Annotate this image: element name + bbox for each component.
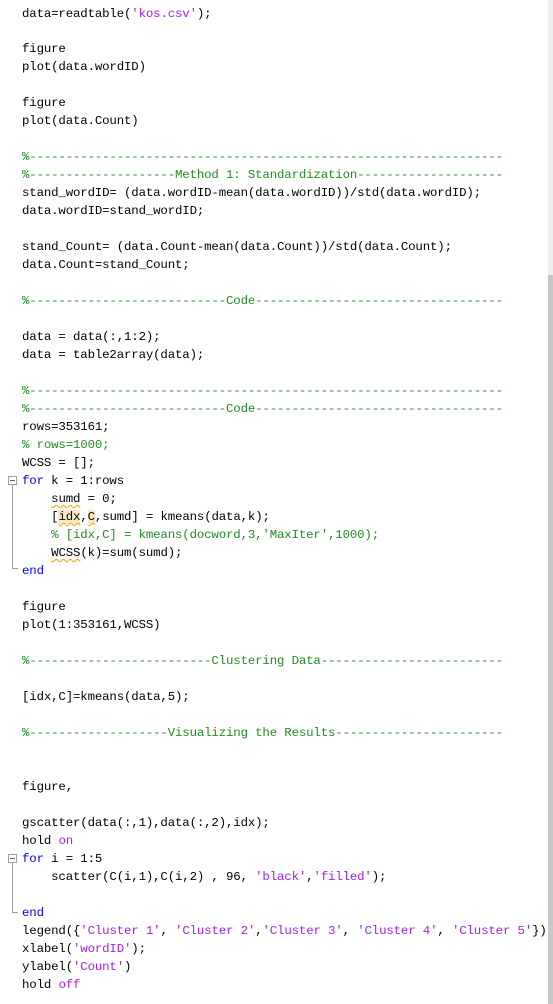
comment-line[interactable]: %---------------------------------------… [22, 382, 503, 400]
keyword: for [22, 852, 44, 866]
code-line[interactable]: WCSS = []; [22, 454, 95, 472]
string-literal: 'Cluster 2' [175, 924, 256, 938]
fold-guide-line [12, 863, 13, 912]
code-text: xlabel( [22, 942, 73, 956]
code-line[interactable]: scatter(C(i,1),C(i,2) , 96, 'black','fil… [22, 868, 386, 886]
code-line[interactable]: figure, [22, 778, 73, 796]
vertical-scrollbar[interactable] [548, 0, 553, 1004]
warning-underlined-text: WCSS [51, 546, 81, 560]
code-text: scatter(C(i,1),C(i,2) , 96, [22, 870, 256, 884]
code-text: ylabel( [22, 960, 73, 974]
comment-line[interactable]: %---------------------------Code--------… [22, 400, 503, 418]
fold-guide-line [12, 485, 13, 568]
string-literal: 'kos.csv' [131, 7, 197, 21]
string-literal: 'Count' [73, 960, 124, 974]
code-line[interactable]: hold on [22, 832, 73, 850]
fold-collapse-icon[interactable] [8, 854, 17, 863]
code-line[interactable]: stand_Count= (data.Count-mean(data.Count… [22, 238, 452, 256]
code-line[interactable]: hold off [22, 976, 80, 994]
code-text: = 0; [80, 492, 117, 506]
code-text: k = 1:rows [43, 474, 125, 488]
comment-line[interactable]: % [idx,C] = kmeans(docword,3,'MaxIter',1… [22, 526, 379, 544]
code-line[interactable]: gscatter(data(:,1),data(:,2),idx); [22, 814, 270, 832]
warning-underlined-text: sumd [51, 492, 81, 506]
code-text: i = 1:5 [43, 852, 103, 866]
string-literal: 'black' [255, 870, 307, 884]
code-line[interactable]: end [22, 904, 44, 922]
highlighted-variable: idx [58, 510, 81, 524]
highlighted-variable: C [87, 510, 95, 524]
string-literal: 'filled' [313, 870, 372, 884]
code-line[interactable]: figure [22, 40, 66, 58]
code-line[interactable]: xlabel('wordID'); [22, 940, 146, 958]
keyword: for [22, 474, 44, 488]
code-line[interactable]: [idx,C,sumd] = kmeans(data,k); [22, 508, 270, 526]
fold-end-marker [12, 912, 18, 913]
code-line[interactable]: data.Count=stand_Count; [22, 256, 190, 274]
comment-line[interactable]: % rows=1000; [22, 436, 110, 454]
code-text: , [437, 924, 452, 938]
code-line[interactable]: sumd = 0; [22, 490, 117, 508]
string-literal: 'Cluster 1' [80, 924, 161, 938]
code-line[interactable]: data = table2array(data); [22, 346, 204, 364]
code-line[interactable]: for i = 1:5 [22, 850, 102, 868]
code-line[interactable]: stand_wordID= (data.wordID-mean(data.wor… [22, 184, 481, 202]
code-text: hold [22, 978, 59, 992]
code-line[interactable]: [idx,C]=kmeans(data,5); [22, 688, 190, 706]
comment-line[interactable]: %-------------------------Clustering Dat… [22, 652, 503, 670]
code-line[interactable]: data=readtable('kos.csv'); [22, 5, 212, 23]
scrollbar-thumb[interactable] [548, 275, 553, 1004]
code-line[interactable]: rows=353161; [22, 418, 110, 436]
code-text: ,sumd] = kmeans(data,k); [94, 510, 270, 524]
code-text: hold [22, 834, 59, 848]
code-line[interactable]: plot(data.Count) [22, 112, 139, 130]
code-line[interactable]: ylabel('Count') [22, 958, 131, 976]
code-line[interactable]: for k = 1:rows [22, 472, 124, 490]
code-line[interactable]: legend({'Cluster 1', 'Cluster 2','Cluste… [22, 922, 547, 940]
code-text: (k)=sum(sumd); [80, 546, 183, 560]
string-literal: on [58, 834, 74, 848]
comment-line[interactable]: %--------------------Method 1: Standardi… [22, 166, 503, 184]
code-text: legend({ [22, 924, 81, 938]
code-line[interactable]: data = data(:,1:2); [22, 328, 161, 346]
fold-collapse-icon[interactable] [8, 476, 17, 485]
code-text: ); [196, 7, 212, 21]
code-line[interactable]: data.wordID=stand_wordID; [22, 202, 204, 220]
code-text: ); [131, 942, 146, 956]
code-line[interactable]: figure [22, 94, 66, 112]
string-literal: off [58, 978, 81, 992]
fold-end-marker [12, 568, 18, 569]
code-line[interactable]: end [22, 562, 44, 580]
code-text: , [80, 510, 88, 524]
code-text: data=readtable( [22, 7, 132, 21]
code-editor[interactable]: data=readtable('kos.csv'); figure plot(d… [0, 0, 548, 1004]
comment-line[interactable]: %---------------------------Code--------… [22, 292, 503, 310]
string-literal: 'Cluster 4' [357, 924, 438, 938]
code-line[interactable]: WCSS(k)=sum(sumd); [22, 544, 182, 562]
code-text: , [160, 924, 176, 938]
comment-line[interactable]: %---------------------------------------… [22, 148, 503, 166]
string-literal: 'Cluster 3' [262, 924, 343, 938]
code-line[interactable]: plot(1:353161,WCSS) [22, 616, 161, 634]
code-line[interactable]: figure [22, 598, 66, 616]
code-text: , [342, 924, 358, 938]
code-line[interactable]: plot(data.wordID) [22, 58, 146, 76]
string-literal: 'wordID' [73, 942, 132, 956]
code-text: ); [371, 870, 387, 884]
code-text: ) [124, 960, 132, 974]
comment-line[interactable]: %-------------------Visualizing the Resu… [22, 724, 503, 742]
code-text: }) [532, 924, 547, 938]
string-literal: 'Cluster 5' [451, 924, 533, 938]
